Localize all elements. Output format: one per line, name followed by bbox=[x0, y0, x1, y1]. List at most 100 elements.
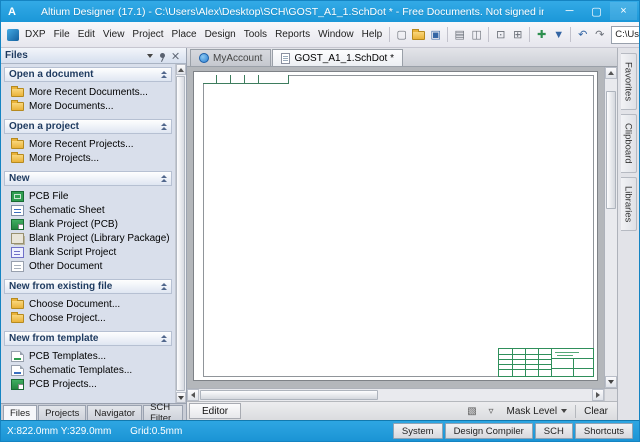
tab-navigator[interactable]: Navigator bbox=[87, 405, 142, 420]
vertical-scrollbar[interactable] bbox=[604, 67, 617, 388]
files-panel-scrollbar[interactable] bbox=[175, 64, 186, 403]
mask-dim-icon[interactable]: ▧ bbox=[465, 404, 480, 419]
tab-gost-schdot[interactable]: GOST_A1_1.SchDot * bbox=[272, 49, 403, 66]
print-icon[interactable]: ▤ bbox=[451, 26, 468, 43]
list-item[interactable]: Choose Document... bbox=[11, 297, 172, 311]
zoom-fit-icon[interactable]: ⊡ bbox=[492, 26, 509, 43]
altium-logo-icon: A bbox=[5, 5, 19, 19]
save-icon[interactable]: ▣ bbox=[427, 26, 444, 43]
tab-files[interactable]: Files bbox=[3, 405, 37, 420]
menu-reports[interactable]: Reports bbox=[271, 27, 314, 42]
schematic-sheet[interactable] bbox=[193, 71, 598, 381]
scroll-right-icon[interactable] bbox=[592, 389, 604, 401]
menu-edit[interactable]: Edit bbox=[74, 27, 99, 42]
list-item[interactable]: Blank Project (Library Package) bbox=[11, 231, 172, 245]
schematic-template-icon bbox=[11, 365, 24, 376]
right-panel-strip: Favorites Clipboard Libraries bbox=[617, 48, 639, 420]
list-item[interactable]: Blank Project (PCB) bbox=[11, 217, 172, 231]
list-item[interactable]: PCB Templates... bbox=[11, 349, 172, 363]
shortcuts-button[interactable]: Shortcuts bbox=[575, 423, 633, 439]
tab-clipboard[interactable]: Clipboard bbox=[621, 114, 637, 173]
menu-toolbar: DXP File Edit View Project Place Design … bbox=[1, 22, 639, 48]
filter-icon[interactable]: ▼ bbox=[550, 26, 567, 43]
scroll-left-icon[interactable] bbox=[187, 389, 199, 401]
panel-close-icon[interactable] bbox=[169, 49, 182, 62]
section-header[interactable]: New from existing file bbox=[4, 279, 172, 294]
scrollbar-thumb[interactable] bbox=[176, 76, 185, 391]
scrollbar-thumb[interactable] bbox=[606, 91, 616, 209]
scroll-down-icon[interactable] bbox=[605, 376, 617, 388]
list-item[interactable]: More Recent Projects... bbox=[11, 137, 172, 151]
scroll-up-icon[interactable] bbox=[176, 64, 186, 75]
list-item[interactable]: Schematic Sheet bbox=[11, 203, 172, 217]
schematic-canvas[interactable] bbox=[187, 67, 604, 388]
menu-dxp[interactable]: DXP bbox=[21, 27, 50, 42]
new-document-icon[interactable]: ▢ bbox=[393, 26, 410, 43]
section-header[interactable]: Open a project bbox=[4, 119, 172, 134]
design-compiler-button[interactable]: Design Compiler bbox=[445, 423, 533, 439]
folder-icon bbox=[11, 88, 24, 97]
list-item[interactable]: Schematic Templates... bbox=[11, 363, 172, 377]
tab-sch-filter[interactable]: SCH Filter bbox=[143, 405, 183, 420]
title-bar[interactable]: A Altium Designer (17.1) - C:\Users\Alex… bbox=[1, 1, 639, 22]
section-new-from-template: New from template PCB Templates... Schem… bbox=[4, 331, 172, 391]
menu-place[interactable]: Place bbox=[168, 27, 201, 42]
sheet-corner-table bbox=[203, 75, 289, 84]
account-icon bbox=[199, 53, 209, 63]
collapse-icon[interactable] bbox=[161, 175, 167, 182]
tab-favorites[interactable]: Favorites bbox=[621, 53, 637, 110]
document-path-input[interactable] bbox=[612, 27, 639, 42]
menu-help[interactable]: Help bbox=[358, 27, 387, 42]
open-document-icon[interactable] bbox=[410, 26, 427, 43]
menu-design[interactable]: Design bbox=[201, 27, 240, 42]
collapse-icon[interactable] bbox=[161, 335, 167, 342]
folder-icon bbox=[11, 154, 24, 163]
tab-myaccount[interactable]: MyAccount bbox=[190, 49, 271, 66]
list-item[interactable]: Blank Script Project bbox=[11, 245, 172, 259]
menu-tools[interactable]: Tools bbox=[240, 27, 271, 42]
undo-icon[interactable]: ↶ bbox=[574, 26, 591, 43]
print-preview-icon[interactable]: ◫ bbox=[468, 26, 485, 43]
section-header[interactable]: Open a document bbox=[4, 67, 172, 82]
list-item[interactable]: Other Document bbox=[11, 259, 172, 273]
zoom-area-icon[interactable]: ⊞ bbox=[509, 26, 526, 43]
section-header[interactable]: New from template bbox=[4, 331, 172, 346]
menu-file[interactable]: File bbox=[50, 27, 74, 42]
list-item[interactable]: Choose Project... bbox=[11, 311, 172, 325]
status-panel-buttons: System Design Compiler SCH Shortcuts bbox=[393, 423, 633, 439]
menu-project[interactable]: Project bbox=[128, 27, 167, 42]
mask-level-button[interactable]: Mask Level bbox=[503, 404, 572, 419]
list-item[interactable]: More Recent Documents... bbox=[11, 85, 172, 99]
maximize-button[interactable]: ▢ bbox=[583, 2, 610, 20]
collapse-icon[interactable] bbox=[161, 123, 167, 130]
tab-libraries[interactable]: Libraries bbox=[621, 177, 637, 231]
list-item[interactable]: PCB Projects... bbox=[11, 377, 172, 391]
menu-view[interactable]: View bbox=[99, 27, 129, 42]
minimize-button[interactable]: ─ bbox=[556, 2, 583, 20]
list-item[interactable]: PCB File bbox=[11, 189, 172, 203]
folder-icon bbox=[11, 102, 24, 111]
tab-projects[interactable]: Projects bbox=[38, 405, 86, 420]
clear-button[interactable]: Clear bbox=[580, 404, 612, 419]
close-button[interactable]: × bbox=[610, 2, 637, 20]
collapse-icon[interactable] bbox=[161, 71, 167, 78]
system-button[interactable]: System bbox=[393, 423, 443, 439]
list-item[interactable]: More Projects... bbox=[11, 151, 172, 165]
section-header[interactable]: New bbox=[4, 171, 172, 186]
scrollbar-thumb[interactable] bbox=[200, 390, 378, 400]
mask-options-icon[interactable]: ▿ bbox=[484, 404, 499, 419]
menu-window[interactable]: Window bbox=[314, 27, 358, 42]
panel-menu-icon[interactable] bbox=[143, 49, 156, 62]
sch-button[interactable]: SCH bbox=[535, 423, 573, 439]
cross-probe-icon[interactable]: ✚ bbox=[533, 26, 550, 43]
horizontal-scrollbar[interactable] bbox=[187, 388, 617, 401]
redo-icon[interactable]: ↷ bbox=[591, 26, 608, 43]
scroll-down-icon[interactable] bbox=[176, 392, 186, 403]
list-item[interactable]: More Documents... bbox=[11, 99, 172, 113]
document-path-combo[interactable] bbox=[611, 26, 639, 44]
mask-level-label: Mask Level bbox=[507, 406, 558, 417]
editor-mode-button[interactable]: Editor bbox=[189, 403, 241, 419]
scroll-up-icon[interactable] bbox=[605, 67, 617, 79]
pin-icon[interactable] bbox=[156, 49, 169, 62]
collapse-icon[interactable] bbox=[161, 283, 167, 290]
